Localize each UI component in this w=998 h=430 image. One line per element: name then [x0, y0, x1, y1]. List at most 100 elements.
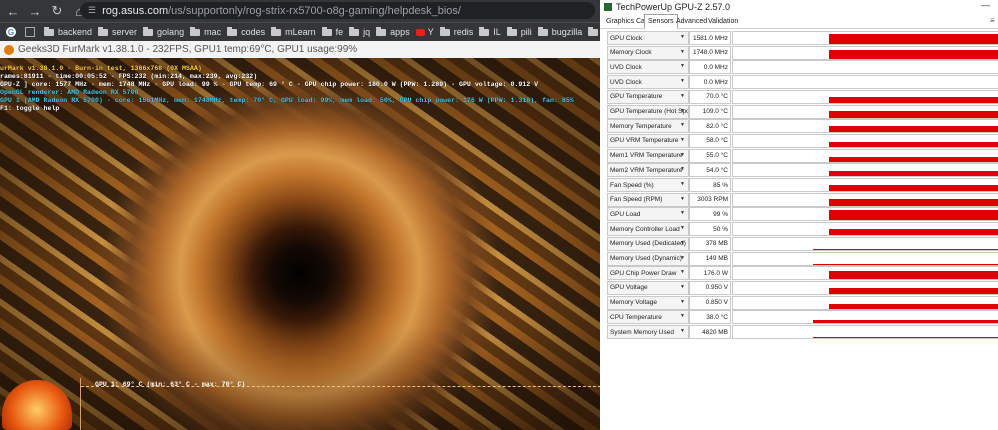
bookmark-mac[interactable]: mac — [190, 26, 221, 37]
dropdown-arrow-icon[interactable]: ▼ — [680, 63, 685, 69]
folder-icon — [190, 26, 201, 36]
site-info-icon[interactable]: ☰ — [88, 5, 96, 16]
folder-icon — [271, 26, 282, 36]
sensor-name[interactable]: GPU Chip Power Draw — [607, 266, 689, 281]
dropdown-arrow-icon[interactable]: ▼ — [680, 122, 685, 128]
dropdown-arrow-icon[interactable]: ▼ — [680, 152, 685, 158]
sensor-row: UVD Clock ▼ 0.0 MHz — [607, 60, 998, 75]
bookmark-redis[interactable]: redis — [439, 26, 473, 37]
bookmark-grid[interactable] — [25, 27, 38, 37]
folder-icon — [143, 26, 154, 36]
sensor-graph — [732, 251, 998, 266]
menu-icon[interactable]: ≡ — [990, 16, 996, 26]
folder-icon — [479, 26, 490, 36]
dropdown-arrow-icon[interactable]: ▼ — [680, 299, 685, 305]
bookmark-pili[interactable]: pili — [506, 26, 532, 37]
browser-toolbar: ← → ↻ ⌂ ☰ rog.asus.com/us/supportonly/ro… — [0, 0, 600, 22]
sensor-graph — [732, 163, 998, 178]
bookmark-g[interactable]: G — [6, 27, 19, 37]
dropdown-arrow-icon[interactable]: ▼ — [680, 93, 685, 99]
sensor-name[interactable]: CPU Temperature — [607, 310, 689, 325]
tab-validation[interactable]: Validation — [705, 15, 741, 27]
dropdown-arrow-icon[interactable]: ▼ — [680, 78, 685, 84]
bookmark-apps[interactable]: apps — [376, 26, 410, 37]
sensor-name[interactable]: Mem2 VRM Temperature — [607, 163, 689, 178]
sensor-name[interactable]: Fan Speed (RPM) — [607, 192, 689, 207]
bookmark-fr[interactable]: fr — [588, 26, 600, 37]
overlay-line: GPU 1 (AMD Radeon RX 5700) - core: 1581M… — [0, 97, 574, 104]
dropdown-arrow-icon[interactable]: ▼ — [680, 210, 685, 216]
sensor-graph — [732, 280, 998, 295]
forward-icon[interactable]: → — [26, 2, 44, 20]
overlay-line: F1: toggle help — [0, 105, 60, 112]
sensor-name[interactable]: Memory Used (Dedicated) — [607, 236, 689, 251]
bookmark-server[interactable]: server — [98, 26, 137, 37]
sensor-graph — [732, 60, 998, 75]
dropdown-arrow-icon[interactable]: ▼ — [680, 269, 685, 275]
sensor-name-label: Mem2 VRM Temperature — [610, 166, 683, 174]
address-bar[interactable]: ☰ rog.asus.com/us/supportonly/rog-strix-… — [80, 2, 595, 19]
sensor-value: 99 % — [689, 207, 731, 222]
dropdown-arrow-icon[interactable]: ▼ — [680, 328, 685, 334]
sensor-name[interactable]: Memory Temperature — [607, 119, 689, 134]
sensor-name-label: GPU Temperature (Hot Spot) — [610, 108, 689, 115]
sensor-name[interactable]: System Memory Used — [607, 325, 689, 339]
bookmark-y[interactable]: Y — [415, 27, 434, 37]
sensor-name[interactable]: Fan Speed (%) — [607, 178, 689, 192]
sensor-graph-fill — [828, 229, 998, 236]
sensor-name[interactable]: Memory Voltage — [607, 295, 689, 310]
sensor-row: Fan Speed (RPM) ▼ 3003 RPM — [607, 192, 998, 207]
sensor-value: 176.0 W — [689, 266, 731, 281]
sensor-row: Fan Speed (%) ▼ 85 % — [607, 178, 998, 192]
dropdown-arrow-icon[interactable]: ▼ — [680, 225, 685, 231]
sensor-name[interactable]: GPU Temperature (Hot Spot) — [607, 104, 689, 119]
overlay-line: GPU-Z ] core: 1577 MHz - mem: 1748 MHz -… — [0, 81, 539, 88]
sensor-name[interactable]: Memory Used (Dynamic) — [607, 251, 689, 266]
sensor-value: 82.0 °C — [689, 119, 731, 134]
youtube-icon — [415, 28, 425, 36]
sensor-value: 4820 MB — [689, 325, 731, 339]
sensor-value: 378 MB — [689, 236, 731, 251]
sensor-name[interactable]: GPU Temperature — [607, 89, 689, 104]
dropdown-arrow-icon[interactable]: ▼ — [680, 284, 685, 290]
dropdown-arrow-icon[interactable]: ▼ — [680, 34, 685, 40]
sensor-name[interactable]: Memory Clock — [607, 45, 689, 60]
dropdown-arrow-icon[interactable]: ▼ — [680, 255, 685, 261]
sensor-graph — [732, 236, 998, 251]
dropdown-arrow-icon[interactable]: ▼ — [680, 313, 685, 319]
bookmark-jq[interactable]: jq — [349, 26, 370, 37]
bookmark-codes[interactable]: codes — [227, 26, 265, 37]
sensor-value: 55.0 °C — [689, 148, 731, 163]
sensor-name[interactable]: GPU VRM Temperature — [607, 133, 689, 148]
bookmark-fe[interactable]: fe — [321, 26, 343, 37]
bookmark-il[interactable]: IL — [479, 26, 501, 37]
sensor-row: Mem1 VRM Temperature ▼ 55.0 °C — [607, 148, 998, 163]
dropdown-arrow-icon[interactable]: ▼ — [680, 49, 685, 55]
sensor-name[interactable]: GPU Load — [607, 207, 689, 222]
dropdown-arrow-icon[interactable]: ▼ — [680, 196, 685, 202]
reload-icon[interactable]: ↻ — [48, 2, 66, 20]
back-icon[interactable]: ← — [4, 2, 22, 20]
dropdown-arrow-icon[interactable]: ▼ — [680, 166, 685, 172]
bookmark-golang[interactable]: golang — [143, 26, 185, 37]
dropdown-arrow-icon[interactable]: ▼ — [680, 137, 685, 143]
dropdown-arrow-icon[interactable]: ▼ — [680, 181, 685, 187]
minimize-icon[interactable]: — — [981, 0, 990, 10]
bookmark-label: golang — [157, 27, 185, 37]
sensor-name[interactable]: GPU Voltage — [607, 280, 689, 295]
sensor-name[interactable]: GPU Clock — [607, 31, 689, 45]
sensor-graph-fill — [828, 110, 998, 118]
dropdown-arrow-icon[interactable]: ▼ — [680, 108, 685, 114]
sensor-name[interactable]: UVD Clock — [607, 75, 689, 90]
sensor-name[interactable]: Memory Controller Load — [607, 222, 689, 237]
bookmark-bugzilla[interactable]: bugzilla — [537, 26, 582, 37]
sensor-graph-fill — [828, 210, 998, 221]
bookmark-mlearn[interactable]: mLearn — [271, 26, 316, 37]
bookmark-backend[interactable]: backend — [44, 26, 92, 37]
sensor-graph-fill — [828, 141, 998, 147]
sensor-name[interactable]: Mem1 VRM Temperature — [607, 148, 689, 163]
sensor-name[interactable]: UVD Clock — [607, 60, 689, 75]
sensor-row: UVD Clock ▼ 0.0 MHz — [607, 75, 998, 90]
dropdown-arrow-icon[interactable]: ▼ — [680, 240, 685, 246]
sensor-name-label: System Memory Used — [610, 328, 674, 336]
